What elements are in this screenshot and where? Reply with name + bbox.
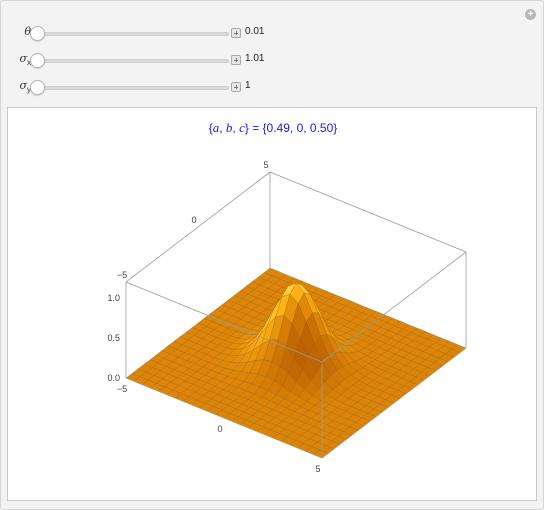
x-tick-label: 5 [315, 464, 320, 474]
x-tick-label: −5 [117, 384, 127, 394]
sigma-y-value: 1 [245, 80, 251, 91]
theta-expand-button[interactable] [231, 28, 241, 38]
y-tick-label: −5 [117, 270, 127, 280]
sigma-x-slider-track[interactable] [37, 59, 229, 63]
x-tick-label: 0 [217, 424, 222, 434]
z-tick-label: 1.0 [107, 293, 120, 303]
control-sigma-y: σy 1 [1, 77, 301, 97]
manipulate-panel: + θ 0.01 σx 1.01 σy 1 {a, b, c} = {0.49,… [0, 0, 544, 510]
sigma-x-expand-button[interactable] [231, 55, 241, 65]
plot-frame: {a, b, c} = {0.49, 0, 0.50} −5 0 5 5 0 −5 1.0 0… [7, 107, 537, 501]
y-tick-label: 5 [263, 160, 268, 170]
z-tick-label: 0.5 [107, 333, 120, 343]
sigma-y-slider-thumb[interactable] [30, 80, 45, 95]
sigma-y-slider-track[interactable] [37, 86, 229, 90]
theta-value: 0.01 [245, 26, 265, 37]
sigma-x-slider-thumb[interactable] [30, 53, 45, 68]
theta-slider-thumb[interactable] [30, 26, 45, 41]
surface-plot[interactable]: −5 0 5 5 0 −5 1.0 0.5 0.0 [8, 108, 536, 500]
y-tick-label: 0 [191, 215, 196, 225]
sigma-x-value: 1.01 [245, 53, 265, 64]
control-sigma-x: σx 1.01 [1, 50, 301, 70]
theta-slider-track[interactable] [37, 32, 229, 36]
box-edge [269, 171, 467, 253]
z-tick-label: 0.0 [107, 373, 120, 383]
add-icon[interactable]: + [525, 9, 536, 20]
surface-mesh [125, 267, 467, 459]
sigma-y-expand-button[interactable] [231, 82, 241, 92]
control-theta: θ 0.01 [1, 23, 301, 43]
box-edge [125, 171, 271, 283]
